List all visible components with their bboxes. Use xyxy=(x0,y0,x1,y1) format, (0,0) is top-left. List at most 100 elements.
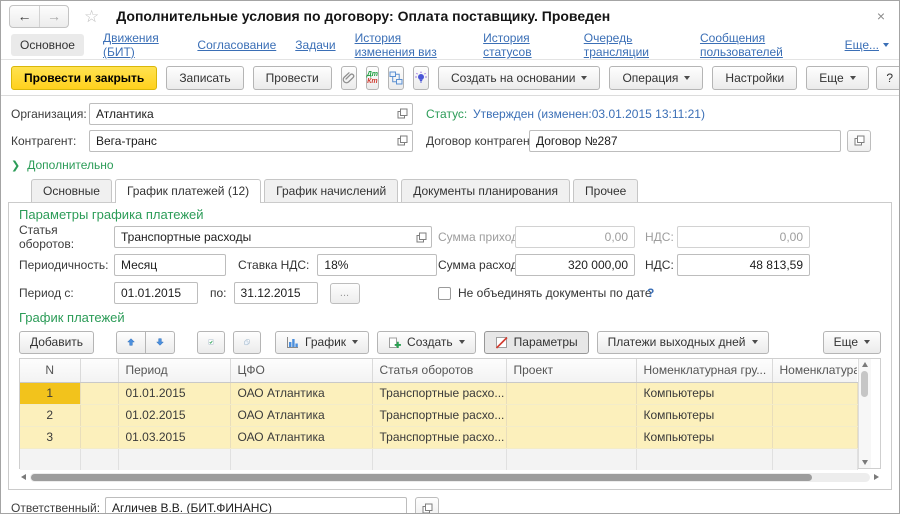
responsible-input[interactable] xyxy=(106,498,406,514)
cell-project[interactable] xyxy=(506,382,636,404)
period-ellipsis-button[interactable]: ... xyxy=(330,283,360,304)
vertical-scroll-thumb[interactable] xyxy=(861,371,868,397)
responsible-choose-button[interactable] xyxy=(415,497,439,514)
table-row[interactable]: 1 01.01.2015 ОАО Атлантика Транспортные … xyxy=(20,382,857,404)
period-from-input[interactable] xyxy=(115,283,197,303)
status-value-link[interactable]: Утвержден (изменен:03.01.2015 13:11:21) xyxy=(473,107,705,121)
copy-row-button[interactable] xyxy=(233,331,261,354)
cell-nom-group[interactable]: Компьютеры xyxy=(636,404,772,426)
back-icon[interactable]: ← xyxy=(10,6,39,27)
col-article[interactable]: Статья оборотов xyxy=(372,359,506,382)
col-project[interactable]: Проект xyxy=(506,359,636,382)
horizontal-scroll-thumb[interactable] xyxy=(31,474,812,481)
more-button[interactable]: Еще xyxy=(806,66,868,90)
create-based-on-button[interactable]: Создать на основании xyxy=(438,66,601,90)
vat-in-input[interactable] xyxy=(678,227,809,247)
horizontal-scroll-track[interactable] xyxy=(30,473,870,482)
nav-item-movements[interactable]: Движения (БИТ) xyxy=(103,31,178,59)
cell-cfo[interactable]: ОАО Атлантика xyxy=(230,404,372,426)
table-row[interactable]: 2 01.02.2015 ОАО Атлантика Транспортные … xyxy=(20,404,857,426)
scroll-right-icon[interactable] xyxy=(874,474,879,480)
col-marker[interactable] xyxy=(80,359,118,382)
scroll-left-icon[interactable] xyxy=(21,474,26,480)
cell-marker[interactable] xyxy=(80,404,118,426)
cell-cfo[interactable]: ОАО Атлантика xyxy=(230,382,372,404)
move-up-button[interactable] xyxy=(116,331,146,354)
amount-out-input[interactable] xyxy=(516,255,634,275)
cell-n[interactable]: 2 xyxy=(20,404,80,426)
cell-marker[interactable] xyxy=(80,426,118,448)
table-row[interactable]: 3 01.03.2015 ОАО Атлантика Транспортные … xyxy=(20,426,857,448)
nav-item-tasks[interactable]: Задачи xyxy=(295,38,335,52)
no-merge-help-icon[interactable]: ? xyxy=(647,286,654,300)
contract-choose-button[interactable] xyxy=(847,130,871,152)
document-structure-button[interactable] xyxy=(388,66,404,90)
nav-item-status-history[interactable]: История статусов xyxy=(483,31,565,59)
postings-dtkt-button[interactable]: ДтКт xyxy=(366,66,379,90)
move-down-button[interactable] xyxy=(145,331,175,354)
cell-project[interactable] xyxy=(506,426,636,448)
cell-cfo[interactable]: ОАО Атлантика xyxy=(230,426,372,448)
cell-nom-group[interactable]: Компьютеры xyxy=(636,382,772,404)
no-merge-checkbox[interactable] xyxy=(438,287,451,300)
organization-choose-button[interactable] xyxy=(392,104,412,124)
amount-in-input[interactable] xyxy=(516,227,634,247)
counterparty-input[interactable] xyxy=(90,131,392,151)
scroll-up-icon[interactable] xyxy=(862,362,868,367)
organization-input[interactable] xyxy=(90,104,392,124)
settings-button[interactable]: Настройки xyxy=(712,66,797,90)
period-to-input[interactable] xyxy=(235,283,317,303)
grid-more-button[interactable]: Еще xyxy=(823,331,881,354)
cell-period[interactable]: 01.01.2015 xyxy=(118,382,230,404)
additional-group-toggle[interactable]: ❯ Дополнительно xyxy=(11,156,889,174)
tab-main[interactable]: Основные xyxy=(31,179,112,202)
col-nomenclature[interactable]: Номенклатура xyxy=(772,359,857,382)
write-button[interactable]: Записать xyxy=(166,66,243,90)
nav-item-user-messages[interactable]: Сообщения пользователей xyxy=(700,31,826,59)
close-icon[interactable]: × xyxy=(873,6,889,26)
col-cfo[interactable]: ЦФО xyxy=(230,359,372,382)
parameters-toggle-button[interactable]: Параметры xyxy=(484,331,589,354)
attachments-button[interactable] xyxy=(341,66,357,90)
favorite-star-icon[interactable]: ☆ xyxy=(84,8,99,25)
cell-article[interactable]: Транспортные расхо... xyxy=(372,382,506,404)
cell-article[interactable]: Транспортные расхо... xyxy=(372,404,506,426)
cell-nom-group[interactable]: Компьютеры xyxy=(636,426,772,448)
forward-icon[interactable]: → xyxy=(39,6,68,27)
create-button[interactable]: Создать xyxy=(377,331,476,354)
nav-item-broadcast-queue[interactable]: Очередь трансляции xyxy=(584,31,681,59)
cell-marker[interactable] xyxy=(80,382,118,404)
nav-item-main[interactable]: Основное xyxy=(11,34,84,56)
counterparty-choose-button[interactable] xyxy=(392,131,412,151)
chart-button[interactable]: График xyxy=(275,331,369,354)
help-button[interactable]: ? xyxy=(876,66,900,90)
hint-button[interactable] xyxy=(413,66,429,90)
horizontal-scrollbar[interactable] xyxy=(19,470,881,484)
cell-nomenclature[interactable] xyxy=(772,404,857,426)
col-period[interactable]: Период xyxy=(118,359,230,382)
cell-project[interactable] xyxy=(506,404,636,426)
check-rows-button[interactable] xyxy=(197,331,225,354)
contract-input[interactable] xyxy=(530,131,840,151)
post-button[interactable]: Провести xyxy=(253,66,332,90)
nav-item-approval[interactable]: Согласование xyxy=(197,38,276,52)
col-n[interactable]: N xyxy=(20,359,80,382)
add-row-button[interactable]: Добавить xyxy=(19,331,94,354)
cell-n[interactable]: 3 xyxy=(20,426,80,448)
vat-out-input[interactable] xyxy=(678,255,809,275)
scroll-down-icon[interactable] xyxy=(862,460,868,465)
vertical-scrollbar[interactable] xyxy=(858,359,871,468)
tab-planning-documents[interactable]: Документы планирования xyxy=(401,179,570,202)
tab-accrual-schedule[interactable]: График начислений xyxy=(264,179,398,202)
tab-payment-schedule[interactable]: График платежей (12) xyxy=(115,179,261,203)
cell-period[interactable]: 01.03.2015 xyxy=(118,426,230,448)
operation-button[interactable]: Операция xyxy=(609,66,703,90)
cell-n[interactable]: 1 xyxy=(20,382,80,404)
turnover-item-choose-button[interactable] xyxy=(411,227,431,247)
nav-item-visa-history[interactable]: История изменения виз xyxy=(355,31,465,59)
cell-period[interactable]: 01.02.2015 xyxy=(118,404,230,426)
turnover-item-input[interactable] xyxy=(115,227,411,247)
cell-nomenclature[interactable] xyxy=(772,382,857,404)
periodicity-input[interactable] xyxy=(115,255,225,275)
nav-more-menu[interactable]: Еще... xyxy=(845,38,889,52)
